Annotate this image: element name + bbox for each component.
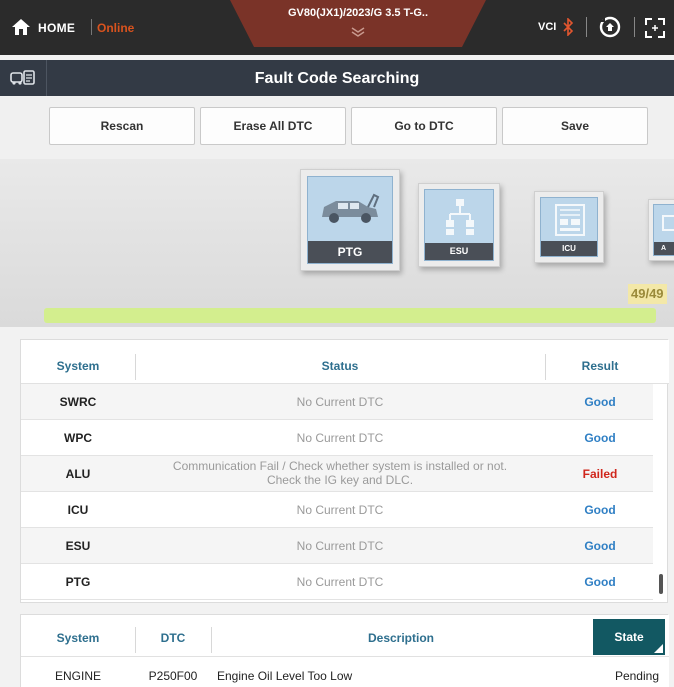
module-card-icu[interactable]: ICU (534, 191, 604, 263)
module-card-next[interactable]: A (648, 199, 674, 261)
system-status-table: System Status Result SWRC No Current DTC… (20, 339, 669, 603)
scan-progress-bar (44, 308, 656, 323)
system-name: PTG (65, 575, 91, 589)
module-tile: ICU (540, 197, 598, 257)
module-label: PTG (308, 241, 392, 263)
app-screen: HOME Online GV80(JX1)/2023/G 3.5 T-G.. V… (0, 0, 674, 687)
system-status: Communication Fail / Check whether syste… (135, 459, 545, 487)
sort-corner-icon (654, 644, 663, 653)
module-carousel: PTG ESU ICU A 49/49 (0, 159, 674, 327)
module-counter: 49/49 (628, 284, 667, 304)
table-row[interactable]: PTG No Current DTC Good (21, 564, 653, 600)
page-title: Fault Code Searching (254, 70, 420, 87)
column-header-dtc: DTC (160, 631, 186, 645)
system-result: Good (584, 539, 616, 553)
connection-status: Online (97, 21, 135, 35)
table-row[interactable]: ESU No Current DTC Good (21, 528, 653, 564)
chevron-down-icon[interactable] (348, 26, 368, 38)
bluetooth-icon (563, 18, 573, 36)
table-header: System DTC Description State (21, 615, 669, 657)
go-to-dtc-button[interactable]: Go to DTC (351, 107, 497, 145)
reset-icon[interactable] (598, 15, 622, 39)
system-name: ESU (65, 539, 91, 553)
fullscreen-icon[interactable] (644, 17, 666, 39)
vci-label: VCI (538, 21, 557, 33)
table-row[interactable]: WPC No Current DTC Good (21, 420, 653, 456)
erase-all-dtc-button[interactable]: Erase All DTC (200, 107, 346, 145)
module-card-ptg[interactable]: PTG (300, 169, 400, 271)
top-bar: HOME Online GV80(JX1)/2023/G 3.5 T-G.. V… (0, 0, 674, 55)
dtc-description: Engine Oil Level Too Low (217, 669, 353, 683)
save-button[interactable]: Save (502, 107, 648, 145)
system-result: Good (584, 395, 616, 409)
system-status: No Current DTC (296, 539, 384, 553)
divider (91, 19, 92, 35)
module-tile: A (653, 204, 674, 256)
system-name: ICU (67, 503, 89, 517)
module-label: ICU (541, 241, 597, 256)
column-header-system: System (56, 359, 100, 373)
module-label: A (654, 242, 674, 255)
table-row[interactable]: ENGINE P250F00 Engine Oil Level Too Low … (21, 657, 669, 687)
module-icon (662, 215, 674, 231)
status-line: Check the IG key and DLC. (266, 473, 414, 487)
dtc-table: System DTC Description State ENGINE P250… (20, 614, 669, 687)
system-result: Good (584, 503, 616, 517)
title-bar: Fault Code Searching (0, 60, 674, 96)
dtc-system: ENGINE (54, 669, 101, 683)
home-icon[interactable] (10, 16, 32, 38)
module-tile: ESU (424, 189, 494, 261)
system-result: Good (584, 575, 616, 589)
dtc-state: Pending (614, 669, 659, 683)
table-row[interactable]: SWRC No Current DTC Good (21, 384, 653, 420)
home-label[interactable]: HOME (38, 21, 75, 35)
system-name: SWRC (59, 395, 97, 409)
system-name: WPC (64, 431, 92, 445)
column-header-system: System (56, 631, 100, 645)
system-name: ALU (65, 467, 91, 481)
system-status: No Current DTC (296, 503, 384, 517)
system-result: Failed (582, 467, 618, 481)
scrollbar[interactable] (659, 574, 663, 594)
scan-progress-fill (44, 308, 656, 323)
state-sort-button[interactable]: State (593, 619, 665, 655)
system-status: No Current DTC (296, 431, 384, 445)
column-header-description: Description (367, 631, 434, 645)
table-header: System Status Result (21, 340, 669, 384)
table-row[interactable]: ICU No Current DTC Good (21, 492, 653, 528)
rescan-button[interactable]: Rescan (49, 107, 195, 145)
control-unit-icon (555, 204, 585, 236)
dtc-code: P250F00 (148, 669, 198, 683)
table-row[interactable]: ALU Communication Fail / Check whether s… (21, 456, 653, 492)
car-tailgate-icon (322, 193, 380, 223)
module-label: ESU (425, 243, 493, 260)
system-status: No Current DTC (296, 575, 384, 589)
state-label: State (614, 630, 644, 644)
column-header-status: Status (321, 359, 359, 373)
action-bar: Rescan Erase All DTC Go to DTC Save (0, 97, 674, 159)
divider (634, 17, 635, 37)
vehicle-info[interactable]: GV80(JX1)/2023/G 3.5 T-G.. (230, 7, 486, 19)
network-icon (446, 199, 474, 235)
column-header-result: Result (581, 359, 619, 373)
module-card-esu[interactable]: ESU (418, 183, 500, 267)
status-line: Communication Fail / Check whether syste… (172, 459, 508, 473)
divider (586, 17, 587, 37)
system-result: Good (584, 431, 616, 445)
system-status: No Current DTC (296, 395, 384, 409)
module-tile: PTG (307, 176, 393, 264)
